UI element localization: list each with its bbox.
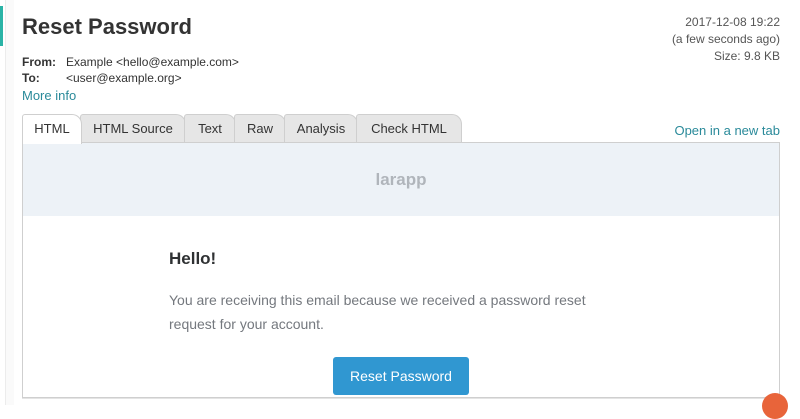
- email-header-band: larapp: [23, 143, 779, 216]
- email-brand: larapp: [375, 169, 427, 189]
- to-label: To:: [22, 71, 40, 85]
- from-value: Example <hello@example.com>: [66, 55, 239, 69]
- email-paragraph: You are receiving this email because we …: [169, 292, 586, 332]
- open-in-new-tab-link[interactable]: Open in a new tab: [674, 123, 780, 138]
- notification-dot: [762, 393, 788, 419]
- bottom-divider: [22, 398, 780, 399]
- message-relative-time: (a few seconds ago): [671, 32, 780, 46]
- tab-html[interactable]: HTML: [22, 114, 82, 144]
- from-label: From:: [22, 55, 56, 69]
- email-preview-frame: larapp Hello! You are receiving this ema…: [22, 142, 780, 398]
- tab-check-html[interactable]: Check HTML: [356, 114, 462, 142]
- tab-analysis[interactable]: Analysis: [284, 114, 358, 142]
- left-gutter: [6, 0, 14, 405]
- to-value: <user@example.org>: [66, 71, 182, 85]
- reset-password-button[interactable]: Reset Password: [333, 357, 469, 395]
- message-meta: 2017-12-08 19:22 (a few seconds ago) Siz…: [672, 14, 780, 65]
- email-greeting: Hello!: [169, 249, 217, 268]
- tab-html-source[interactable]: HTML Source: [80, 114, 186, 142]
- more-info-link[interactable]: More info: [22, 88, 76, 103]
- from-row: From: Example <hello@example.com>: [22, 55, 239, 69]
- message-date: 2017-12-08 19:22: [685, 15, 780, 29]
- selected-message-indicator: [0, 6, 3, 46]
- message-size: Size: 9.8 KB: [713, 49, 780, 63]
- message-subject: Reset Password: [22, 14, 192, 39]
- tab-raw[interactable]: Raw: [234, 114, 286, 142]
- to-row: To: <user@example.org>: [22, 71, 182, 85]
- left-divider: [5, 0, 6, 405]
- tab-text[interactable]: Text: [184, 114, 236, 142]
